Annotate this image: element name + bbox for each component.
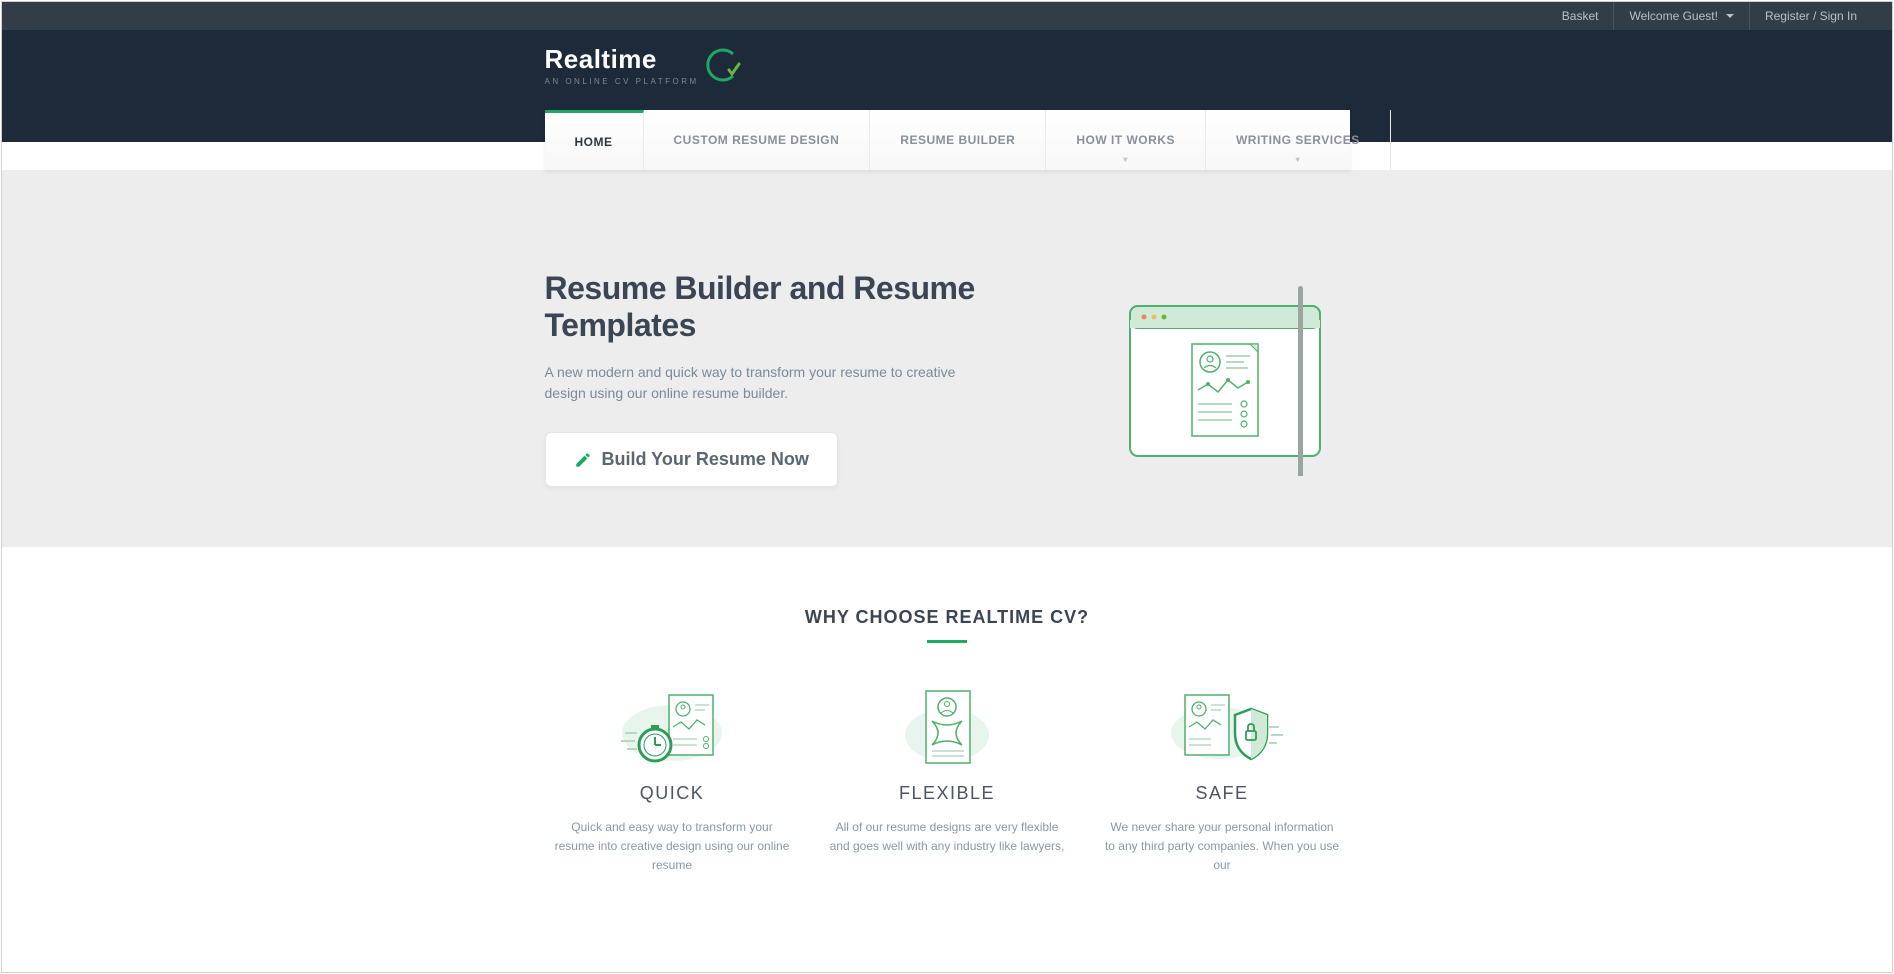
hero-illustration [1120,276,1350,481]
feature-title: QUICK [555,783,790,804]
basket-link[interactable]: Basket [1547,2,1615,30]
hero-title: Resume Builder and Resume Templates [545,270,1090,344]
feature-description: Quick and easy way to transform your res… [555,818,790,876]
logo-c-icon [701,44,743,86]
stopwatch-document-icon [555,683,790,773]
features-title: WHY CHOOSE REALTIME CV? [2,607,1892,628]
nav-home[interactable]: HOME [545,110,644,170]
chevron-down-icon: ▾ [1123,155,1128,164]
shield-document-icon [1105,683,1340,773]
feature-description: All of our resume designs are very flexi… [830,818,1065,856]
nav-label: HOW IT WORKS [1076,133,1175,147]
nav-resume-builder[interactable]: RESUME BUILDER [870,110,1046,170]
title-underline [927,640,967,643]
chevron-down-icon: ▾ [1296,155,1301,164]
feature-quick: QUICK Quick and easy way to transform yo… [545,683,800,876]
nav-label: WRITING SERVICES [1236,133,1360,147]
hero-description: A new modern and quick way to transform … [545,362,965,404]
cta-label: Build Your Resume Now [602,449,809,470]
feature-title: SAFE [1105,783,1340,804]
hero-section: Resume Builder and Resume Templates A ne… [2,170,1892,547]
welcome-label: Welcome Guest! [1629,9,1717,23]
feature-description: We never share your personal information… [1105,818,1340,876]
pencil-icon [574,451,592,469]
nav-writing-services[interactable]: WRITING SERVICES ▾ [1206,110,1391,170]
hourglass-document-icon [830,683,1065,773]
nav-custom-resume-design[interactable]: CUSTOM RESUME DESIGN [644,110,871,170]
feature-flexible: FLEXIBLE All of our resume designs are v… [820,683,1075,876]
nav-label: CUSTOM RESUME DESIGN [674,133,840,147]
caret-down-icon [1726,14,1734,18]
logo[interactable]: Realtime AN ONLINE CV PLATFORM [545,44,1350,86]
feature-title: FLEXIBLE [830,783,1065,804]
nav-label: RESUME BUILDER [900,133,1015,147]
build-resume-button[interactable]: Build Your Resume Now [545,432,838,487]
nav-how-it-works[interactable]: HOW IT WORKS ▾ [1046,110,1206,170]
logo-text: Realtime [545,44,699,75]
register-signin-link[interactable]: Register / Sign In [1750,2,1872,30]
nav-label: HOME [575,135,613,149]
logo-subtitle: AN ONLINE CV PLATFORM [545,77,699,86]
top-bar: Basket Welcome Guest! Register / Sign In [2,2,1892,30]
features-section: WHY CHOOSE REALTIME CV? [2,547,1892,936]
main-nav: HOME CUSTOM RESUME DESIGN RESUME BUILDER… [545,110,1350,170]
welcome-dropdown[interactable]: Welcome Guest! [1614,2,1749,30]
feature-safe: SAFE We never share your personal inform… [1095,683,1350,876]
